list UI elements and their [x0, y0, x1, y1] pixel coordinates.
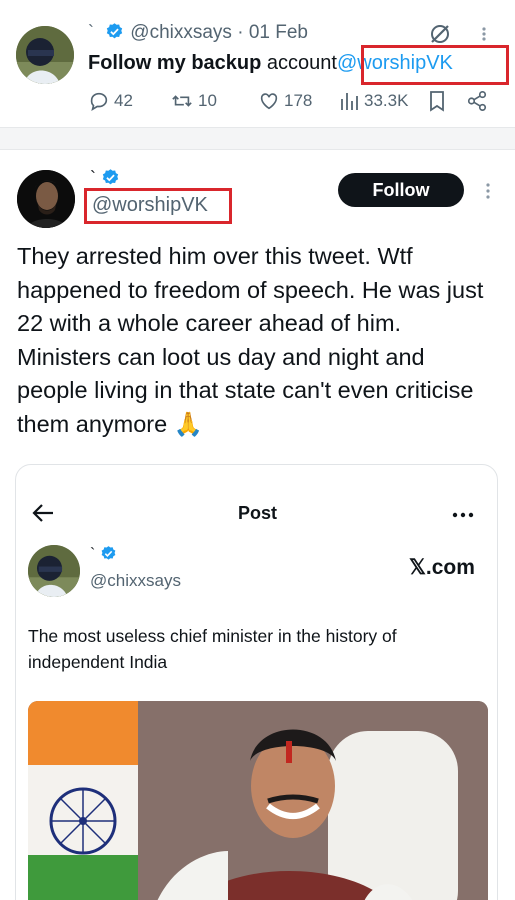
share-button[interactable] — [466, 90, 488, 112]
separator: · — [237, 22, 244, 43]
views-button[interactable]: 33.3K — [340, 90, 408, 112]
verified-badge-icon — [102, 169, 119, 185]
avatar[interactable] — [16, 26, 74, 84]
more-icon[interactable] — [483, 182, 493, 200]
like-button[interactable]: 178 — [258, 90, 312, 112]
feed-divider — [0, 128, 515, 150]
display-name-text: ` — [90, 168, 96, 188]
bookmark-button[interactable] — [427, 90, 447, 112]
tweet-text: They arrested him over this tweet. Wtf h… — [17, 243, 484, 437]
display-name-text: ` — [90, 546, 96, 563]
display-name[interactable]: ` — [90, 168, 126, 189]
repost-icon — [172, 95, 192, 107]
views-count: 33.3K — [364, 91, 409, 110]
display-name: ` — [90, 545, 123, 564]
action-bar: 42 10 178 33.3K — [88, 90, 498, 116]
post-photo — [28, 701, 488, 900]
verified-badge-icon — [107, 23, 123, 39]
page-title: Post — [237, 503, 277, 523]
grok-icon[interactable] — [428, 22, 452, 46]
like-icon — [260, 93, 278, 110]
like-count: 178 — [284, 91, 313, 110]
site-label: 𝕏.com — [409, 556, 475, 579]
post-date[interactable]: 01 Feb — [249, 22, 308, 43]
repost-button[interactable]: 10 — [170, 90, 217, 112]
repost-count: 10 — [198, 91, 217, 110]
author-handle[interactable]: @worshipVK — [92, 194, 208, 217]
tweet-text-plain: account — [266, 52, 337, 74]
tweet-backup-notice[interactable]: ` @chixxsays · 01 Feb Follow my backup a… — [0, 0, 515, 128]
verified-badge-icon — [101, 546, 116, 560]
display-name[interactable]: ` — [88, 22, 94, 42]
avatar[interactable] — [17, 170, 75, 228]
highlight-box — [361, 45, 509, 85]
reply-count: 42 — [114, 91, 133, 110]
embedded-post-screenshot[interactable]: Post ` @chixxsays 𝕏.com The most useless… — [15, 464, 498, 900]
author-handle[interactable]: @chixxsays — [130, 22, 232, 43]
more-icon[interactable] — [452, 511, 474, 519]
tweet-text-bold: Follow my backup — [88, 52, 262, 74]
avatar — [28, 545, 80, 597]
views-icon — [341, 93, 358, 110]
more-icon[interactable] — [479, 26, 489, 42]
embedded-post-text: The most useless chief minister in the h… — [28, 626, 397, 672]
reply-button[interactable]: 42 — [88, 90, 133, 112]
tweet-meta: ` @chixxsays · 01 Feb — [88, 22, 308, 44]
author-handle: @chixxsays — [90, 571, 181, 590]
follow-button[interactable]: Follow — [338, 173, 464, 207]
reply-icon — [90, 92, 108, 111]
share-icon — [467, 91, 487, 111]
bookmark-icon — [430, 91, 444, 112]
